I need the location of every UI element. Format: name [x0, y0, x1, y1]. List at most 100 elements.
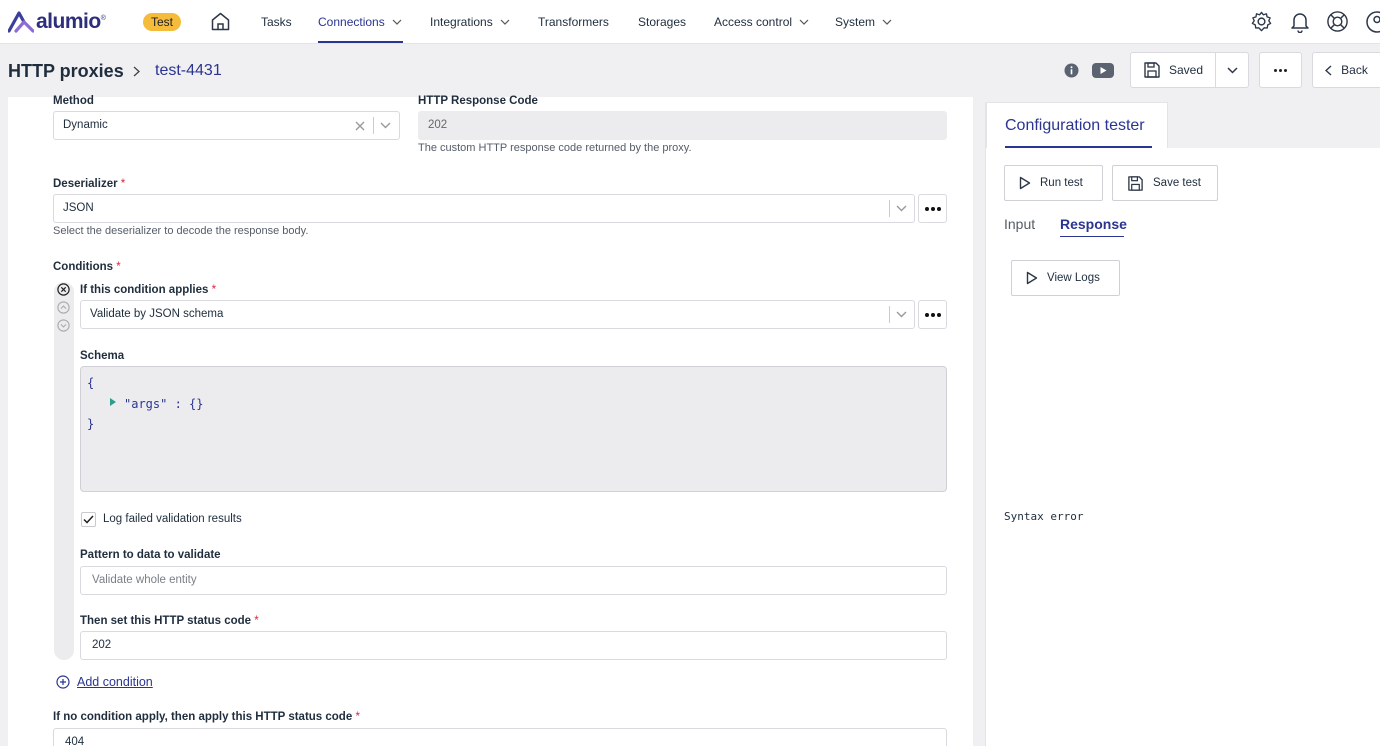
separator: [889, 306, 890, 323]
nav-integrations[interactable]: Integrations: [430, 0, 510, 44]
info-icon[interactable]: [1064, 63, 1079, 78]
alumio-logo[interactable]: alumio ®: [8, 11, 106, 33]
log-failed-checkbox[interactable]: [81, 512, 96, 527]
play-icon: [1026, 271, 1038, 285]
schema-line-args: "args" : {}: [124, 397, 204, 411]
deserializer-label: Deserializer *: [53, 178, 125, 190]
chevron-down-icon: [1226, 66, 1238, 74]
run-test-label: Run test: [1040, 177, 1083, 189]
nav-storages-label: Storages: [638, 15, 687, 29]
nav-access-control[interactable]: Access control: [714, 0, 809, 44]
nav-transformers[interactable]: Transformers: [538, 0, 609, 44]
schema-label: Schema: [80, 350, 125, 362]
breadcrumb-root[interactable]: HTTP proxies: [8, 61, 124, 82]
deserializer-select[interactable]: JSON: [53, 194, 915, 223]
nav-connections[interactable]: Connections: [318, 0, 402, 44]
nav-connections-label: Connections: [318, 15, 385, 29]
method-label: Method: [53, 95, 94, 107]
move-up-icon[interactable]: [57, 301, 70, 314]
fallback-status-input[interactable]: 404: [53, 728, 947, 746]
nav-system-label: System: [835, 15, 876, 29]
chevron-down-icon: [500, 19, 510, 25]
select-controls: [883, 301, 914, 328]
method-value: Dynamic: [63, 119, 108, 131]
more-actions-button[interactable]: [1259, 52, 1302, 88]
response-code-help: The custom HTTP response code returned b…: [418, 142, 692, 154]
check-icon: [83, 515, 94, 524]
pattern-input[interactable]: Validate whole entity: [80, 566, 947, 595]
response-code-field: 202: [418, 111, 947, 140]
separator: [373, 117, 374, 134]
clear-x-icon[interactable]: [355, 121, 365, 131]
bell-icon[interactable]: [1289, 10, 1311, 33]
chevron-down-icon: [882, 19, 892, 25]
saved-button[interactable]: Saved: [1130, 52, 1216, 88]
pattern-placeholder: Validate whole entity: [92, 574, 197, 586]
nav-storages[interactable]: Storages: [638, 0, 686, 44]
condition-options-button[interactable]: [918, 300, 947, 329]
top-navigation: alumio ® Test Tasks Connections Integrat…: [0, 0, 1380, 44]
schema-line-open: {: [87, 376, 95, 390]
move-down-icon[interactable]: [57, 319, 70, 332]
required-mark: *: [211, 284, 217, 296]
user-icon[interactable]: [1365, 10, 1380, 33]
add-condition-label: Add condition: [77, 675, 153, 689]
response-code-label: HTTP Response Code: [418, 95, 538, 107]
home-icon[interactable]: [210, 11, 231, 32]
plus-circle-icon: [56, 675, 70, 689]
save-disk-icon: [1128, 175, 1143, 191]
deserializer-options-button[interactable]: [918, 194, 947, 223]
run-test-button[interactable]: Run test: [1004, 165, 1103, 201]
active-nav-underline: [318, 41, 403, 43]
remove-condition-icon[interactable]: [57, 283, 70, 296]
tester-tab-bar: Configuration tester: [986, 102, 1380, 148]
required-mark: *: [254, 615, 259, 627]
condition-controls-strip: [54, 282, 74, 660]
save-test-button[interactable]: Save test: [1112, 165, 1218, 201]
deserializer-help: Select the deserializer to decode the re…: [53, 225, 309, 237]
chevron-down-icon[interactable]: [896, 205, 907, 212]
subtab-underline: [1060, 236, 1124, 237]
expand-arrow-icon[interactable]: [110, 398, 116, 406]
method-select[interactable]: Dynamic: [53, 111, 400, 140]
chevron-down-icon[interactable]: [896, 311, 907, 318]
logo-text: alumio: [36, 10, 101, 33]
play-icon: [1019, 176, 1031, 190]
schema-line-close: }: [87, 417, 95, 431]
select-controls: [883, 195, 914, 222]
settings-gear-icon[interactable]: [1250, 10, 1273, 33]
condition-type-select[interactable]: Validate by JSON schema: [80, 300, 915, 329]
subtab-response[interactable]: Response: [1060, 216, 1127, 232]
status-code-label: Then set this HTTP status code *: [80, 615, 259, 627]
back-button[interactable]: Back: [1312, 52, 1380, 88]
add-condition-link[interactable]: Add condition: [56, 675, 153, 689]
chevron-right-icon: [133, 66, 140, 77]
chevron-down-icon[interactable]: [380, 122, 391, 129]
fallback-status-label: If no condition apply, then apply this H…: [53, 711, 360, 723]
separator: [889, 200, 890, 217]
tab-configuration-tester[interactable]: Configuration tester: [986, 102, 1168, 148]
deserializer-value: JSON: [63, 202, 94, 214]
schema-editor[interactable]: { "args" : {} }: [80, 366, 947, 492]
nav-tasks[interactable]: Tasks: [261, 0, 292, 44]
subtab-input[interactable]: Input: [1004, 216, 1035, 232]
log-failed-label: Log failed validation results: [103, 513, 242, 525]
nav-system[interactable]: System: [835, 0, 892, 44]
environment-badge: Test: [143, 13, 181, 31]
view-logs-button[interactable]: View Logs: [1011, 260, 1120, 296]
youtube-icon[interactable]: [1092, 63, 1114, 78]
save-options-dropdown[interactable]: [1215, 52, 1249, 88]
status-code-input[interactable]: 202: [80, 631, 947, 660]
required-mark: *: [355, 711, 360, 723]
logo-mark-icon: [8, 11, 34, 33]
dot: [930, 312, 935, 317]
dot: [1279, 68, 1282, 72]
save-test-label: Save test: [1153, 177, 1201, 189]
help-lifebuoy-icon[interactable]: [1326, 10, 1349, 33]
nav-integrations-label: Integrations: [430, 15, 493, 29]
chevron-left-icon: [1325, 64, 1332, 76]
required-mark: *: [116, 261, 121, 273]
dot: [1274, 68, 1277, 72]
breadcrumb-current[interactable]: test-4431: [155, 62, 222, 80]
fallback-status-label-text: If no condition apply, then apply this H…: [53, 711, 353, 723]
